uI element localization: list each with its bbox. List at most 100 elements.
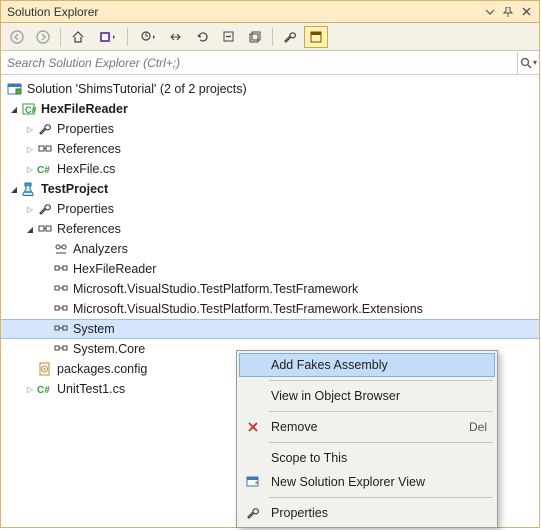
reference-label: Microsoft.VisualStudio.TestPlatform.Test… xyxy=(73,282,358,296)
project-node-testproject[interactable]: TestProject xyxy=(1,179,539,199)
analyzers-icon xyxy=(53,241,69,257)
refresh-button[interactable] xyxy=(191,26,215,48)
references-icon xyxy=(37,221,53,237)
search-input[interactable] xyxy=(1,56,517,70)
menu-separator xyxy=(269,442,493,443)
properties-button[interactable] xyxy=(278,26,302,48)
wrench-icon xyxy=(37,201,53,217)
menu-label: New Solution Explorer View xyxy=(271,475,487,489)
toolbar-separator xyxy=(127,28,128,46)
menu-separator xyxy=(269,497,493,498)
solution-icon xyxy=(7,81,23,97)
file-label: packages.config xyxy=(57,362,147,376)
wrench-icon xyxy=(241,503,265,523)
references-label: References xyxy=(57,222,121,236)
references-icon xyxy=(37,141,53,157)
project-label: HexFileReader xyxy=(41,102,128,116)
toolbar-separator xyxy=(272,28,273,46)
expand-arrow-icon[interactable] xyxy=(23,162,37,176)
menu-label: Properties xyxy=(271,506,487,520)
pending-changes-filter-button[interactable] xyxy=(133,26,163,48)
csharp-file-icon: C# xyxy=(37,381,53,397)
config-file-icon xyxy=(37,361,53,377)
menu-item-add-fakes-assembly[interactable]: Add Fakes Assembly xyxy=(239,353,495,377)
properties-node[interactable]: Properties xyxy=(1,119,539,139)
menu-item-view-in-object-browser[interactable]: View in Object Browser xyxy=(239,384,495,408)
svg-text:C#: C# xyxy=(37,165,50,176)
file-label: HexFile.cs xyxy=(57,162,115,176)
svg-text:C#: C# xyxy=(37,385,50,396)
reference-item[interactable]: Microsoft.VisualStudio.TestPlatform.Test… xyxy=(1,279,539,299)
svg-text:C#: C# xyxy=(25,105,37,115)
references-node[interactable]: References xyxy=(1,139,539,159)
menu-label: Add Fakes Assembly xyxy=(271,358,487,372)
new-view-icon: * xyxy=(241,472,265,492)
expand-arrow-icon[interactable] xyxy=(23,202,37,216)
reference-item[interactable]: Microsoft.VisualStudio.TestPlatform.Test… xyxy=(1,299,539,319)
window-position-dropdown-icon[interactable] xyxy=(481,3,499,21)
properties-label: Properties xyxy=(57,202,114,216)
menu-label: Scope to This xyxy=(271,451,487,465)
search-button[interactable]: ▾ xyxy=(517,52,539,74)
blank-icon xyxy=(241,448,265,468)
preview-selected-items-button[interactable] xyxy=(304,26,328,48)
reference-label: Microsoft.VisualStudio.TestPlatform.Test… xyxy=(73,302,423,316)
switch-views-button[interactable] xyxy=(92,26,122,48)
references-label: References xyxy=(57,142,121,156)
menu-item-new-solution-explorer-view[interactable]: * New Solution Explorer View xyxy=(239,470,495,494)
wrench-icon xyxy=(37,121,53,137)
file-label: UnitTest1.cs xyxy=(57,382,125,396)
menu-separator xyxy=(269,411,493,412)
close-icon[interactable] xyxy=(517,3,535,21)
reference-icon xyxy=(53,301,69,317)
menu-item-scope-to-this[interactable]: Scope to This xyxy=(239,446,495,470)
forward-button[interactable] xyxy=(31,26,55,48)
reference-item[interactable]: HexFileReader xyxy=(1,259,539,279)
reference-icon xyxy=(53,261,69,277)
titlebar: Solution Explorer xyxy=(1,1,539,23)
reference-icon xyxy=(53,281,69,297)
expand-arrow-icon[interactable] xyxy=(23,122,37,136)
solution-node[interactable]: Solution 'ShimsTutorial' (2 of 2 project… xyxy=(1,79,539,99)
expand-arrow-icon[interactable] xyxy=(23,222,37,236)
project-node-hexfilereader[interactable]: C# HexFileReader xyxy=(1,99,539,119)
panel-title: Solution Explorer xyxy=(7,5,481,19)
toolbar xyxy=(1,23,539,51)
expand-arrow-icon[interactable] xyxy=(23,142,37,156)
reference-item-system[interactable]: System xyxy=(1,319,539,339)
test-project-icon xyxy=(21,181,37,197)
expand-arrow-icon[interactable] xyxy=(7,102,21,116)
blank-icon xyxy=(241,355,265,375)
delete-icon xyxy=(241,417,265,437)
properties-label: Properties xyxy=(57,122,114,136)
menu-item-remove[interactable]: Remove Del xyxy=(239,415,495,439)
blank-icon xyxy=(241,386,265,406)
context-menu: Add Fakes Assembly View in Object Browse… xyxy=(236,350,498,528)
properties-node[interactable]: Properties xyxy=(1,199,539,219)
toolbar-separator xyxy=(60,28,61,46)
show-all-files-button[interactable] xyxy=(243,26,267,48)
reference-label: System xyxy=(73,322,115,336)
sync-active-document-button[interactable] xyxy=(165,26,189,48)
menu-label: Remove xyxy=(271,420,469,434)
analyzers-label: Analyzers xyxy=(73,242,128,256)
menu-item-properties[interactable]: Properties xyxy=(239,501,495,525)
csharp-file-node[interactable]: C# HexFile.cs xyxy=(1,159,539,179)
expand-arrow-icon[interactable] xyxy=(7,182,21,196)
pin-icon[interactable] xyxy=(499,3,517,21)
menu-separator xyxy=(269,380,493,381)
csharp-project-icon: C# xyxy=(21,101,37,117)
back-button[interactable] xyxy=(5,26,29,48)
expand-arrow-icon[interactable] xyxy=(23,382,37,396)
menu-label: View in Object Browser xyxy=(271,389,487,403)
solution-label: Solution 'ShimsTutorial' (2 of 2 project… xyxy=(27,82,247,96)
csharp-file-icon: C# xyxy=(37,161,53,177)
reference-label: System.Core xyxy=(73,342,145,356)
references-node[interactable]: References xyxy=(1,219,539,239)
analyzers-node[interactable]: Analyzers xyxy=(1,239,539,259)
collapse-all-button[interactable] xyxy=(217,26,241,48)
project-label: TestProject xyxy=(41,182,108,196)
reference-icon xyxy=(53,341,69,357)
reference-icon xyxy=(53,321,69,337)
home-button[interactable] xyxy=(66,26,90,48)
